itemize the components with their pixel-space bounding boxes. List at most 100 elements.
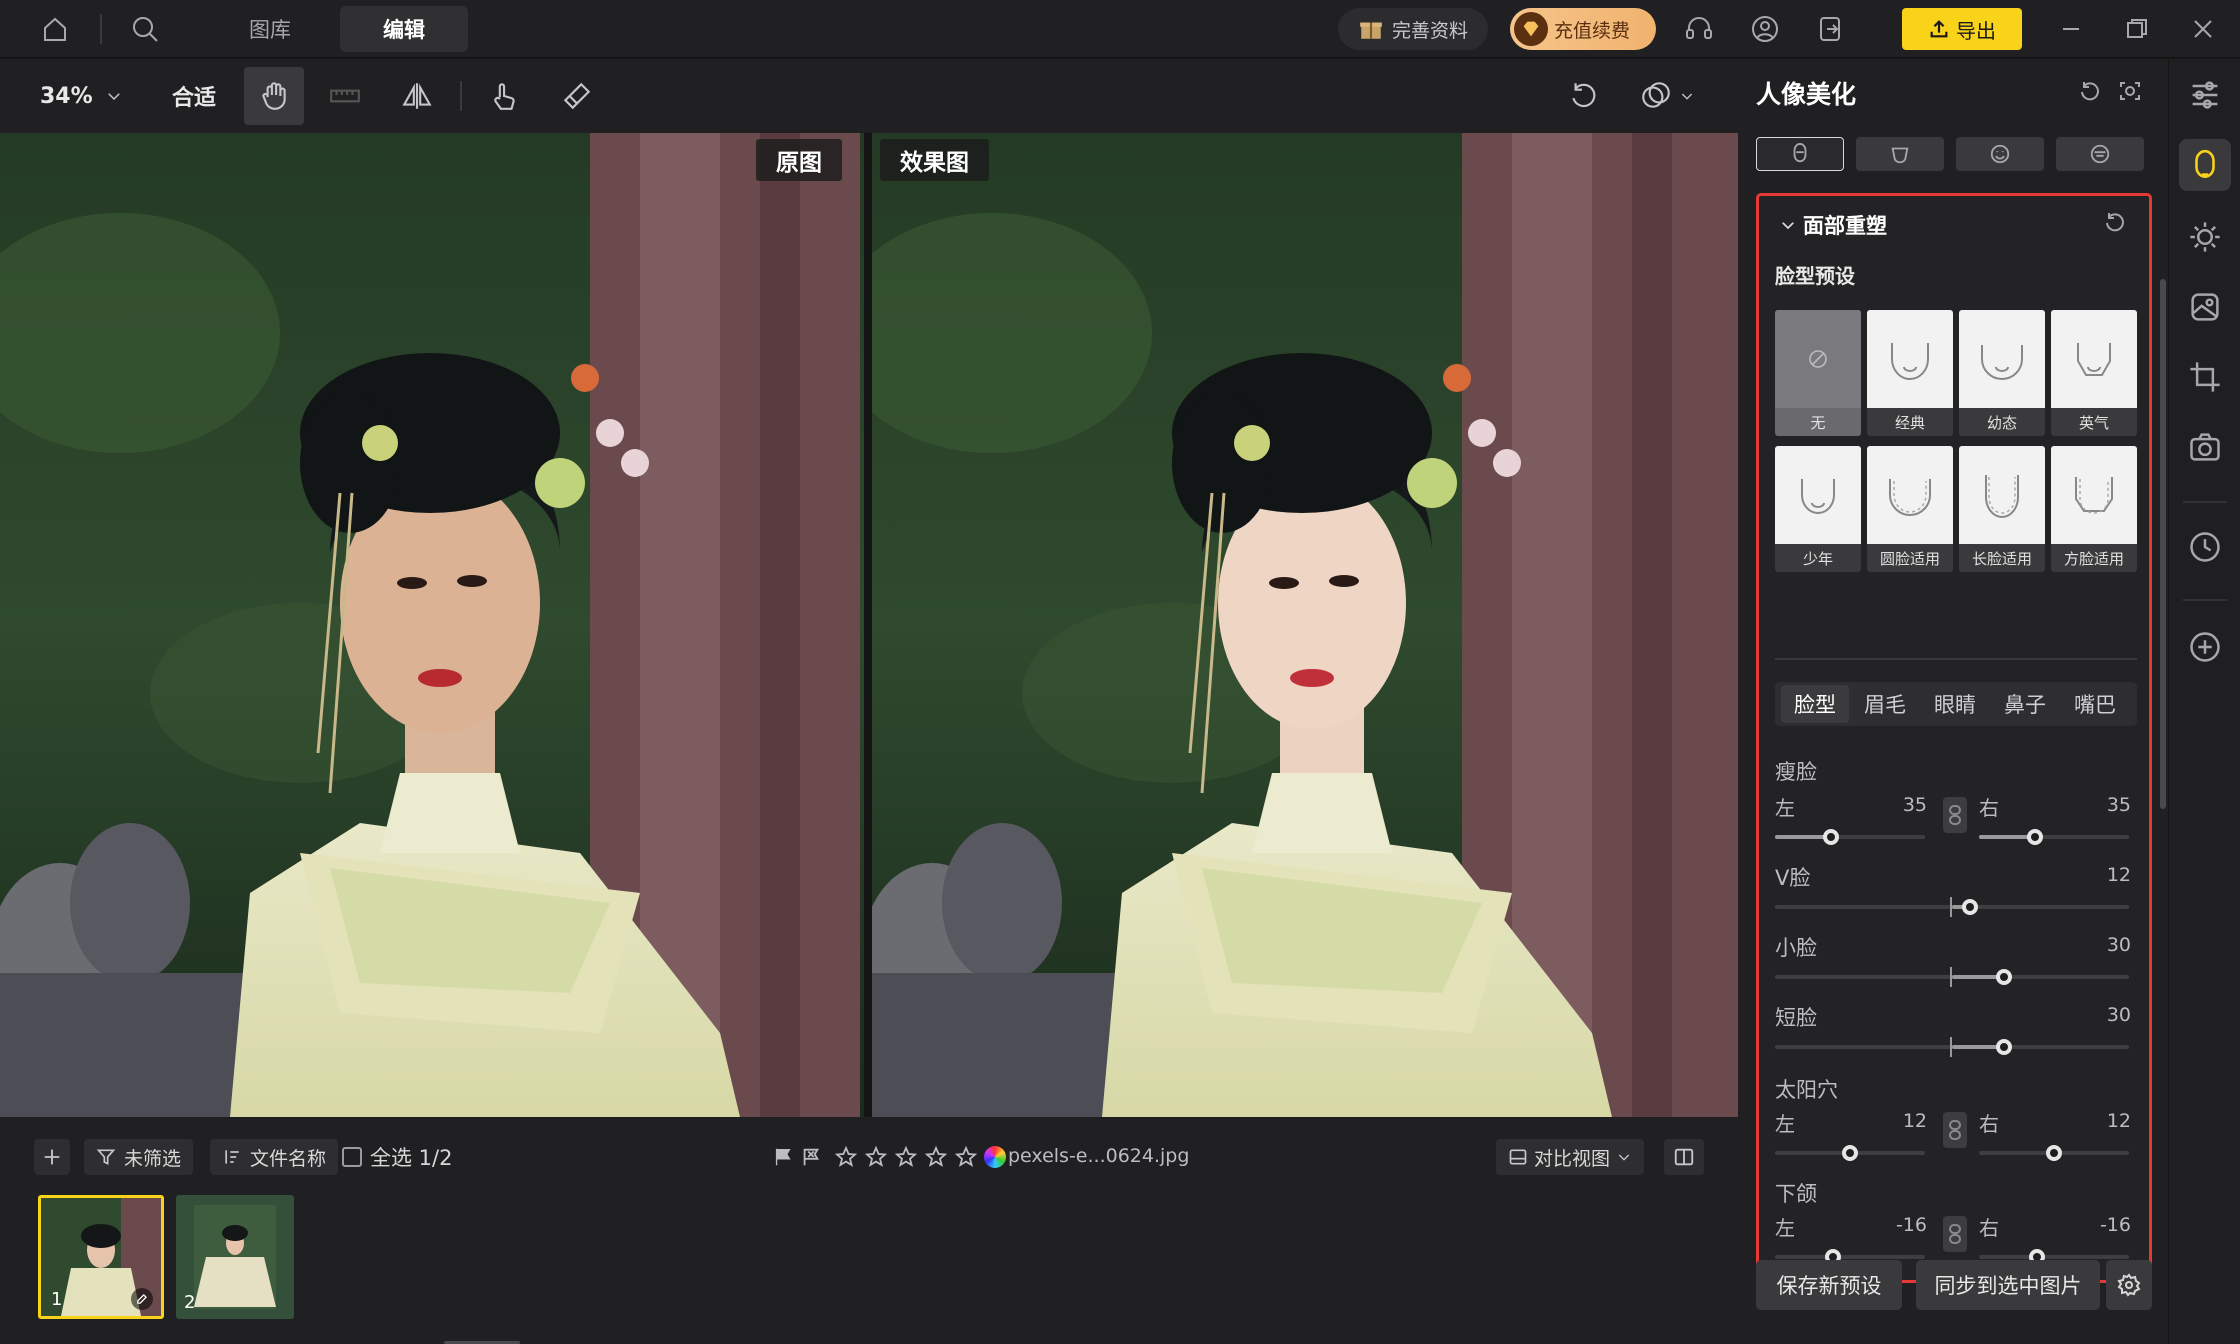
face-outline-icon: [1959, 310, 2045, 408]
logout-icon[interactable]: [1812, 10, 1850, 48]
category-skin[interactable]: [1856, 137, 1944, 171]
jaw-right-track[interactable]: [1979, 1255, 2129, 1259]
restore-icon[interactable]: [2118, 10, 2156, 48]
face-detect-icon[interactable]: [2118, 79, 2144, 105]
eraser-icon[interactable]: [556, 67, 598, 125]
hand-icon: [262, 82, 286, 110]
camera-icon[interactable]: [2187, 429, 2225, 467]
brightness-icon[interactable]: [2187, 219, 2225, 257]
section-header[interactable]: 面部重塑: [1779, 210, 1887, 240]
tool-rail: [2168, 59, 2240, 1344]
link-toggle-icon[interactable]: [1943, 797, 1967, 833]
preset-boyish[interactable]: 少年: [1775, 446, 1861, 572]
zoom-dropdown[interactable]: 34%: [40, 67, 123, 125]
short-face-slider-handle[interactable]: [1996, 1039, 2012, 1055]
minimize-icon[interactable]: [2052, 10, 2090, 48]
close-icon[interactable]: [2184, 10, 2222, 48]
category-makeup[interactable]: [2056, 137, 2144, 171]
settings-button[interactable]: [2106, 1260, 2152, 1310]
filter-button[interactable]: 未筛选: [84, 1139, 194, 1175]
thumbnail-2[interactable]: 2: [176, 1195, 294, 1319]
undo-icon[interactable]: [1562, 67, 1604, 125]
thin-face-left-slider-handle[interactable]: [1823, 829, 1839, 845]
recharge-button[interactable]: 充值续费: [1510, 8, 1656, 50]
compare-mode-dropdown[interactable]: [1632, 67, 1702, 125]
divider: [2183, 599, 2227, 601]
thumbnail-1[interactable]: 1: [38, 1195, 164, 1319]
fit-button[interactable]: 合适: [172, 67, 216, 125]
add-circle-icon[interactable]: [2187, 629, 2225, 667]
compare-view-dropdown[interactable]: 对比视图: [1496, 1139, 1645, 1175]
preset-round-face[interactable]: 圆脸适用: [1867, 446, 1953, 572]
preset-heroic[interactable]: 英气: [2051, 310, 2137, 436]
star-icon[interactable]: [954, 1145, 978, 1169]
tab-nose[interactable]: 鼻子: [1991, 685, 2059, 723]
history-icon[interactable]: [2187, 529, 2225, 567]
reject-flag-icon[interactable]: [800, 1146, 822, 1168]
tab-eyebrows[interactable]: 眉毛: [1851, 685, 1919, 723]
temple-left-label: 左: [1775, 1112, 1795, 1136]
section-reset-icon[interactable]: [2103, 210, 2129, 236]
tab-face[interactable]: 脸型: [1781, 685, 1849, 723]
search-icon[interactable]: [126, 10, 164, 48]
save-preset-button[interactable]: 保存新预设: [1756, 1260, 1902, 1310]
compare-view-label: 对比视图: [1534, 1147, 1611, 1170]
original-tag: 原图: [756, 139, 842, 181]
image-effect-icon[interactable]: [2187, 289, 2225, 327]
profile-promo-button[interactable]: 完善资料: [1338, 8, 1488, 50]
jaw-left-track[interactable]: [1775, 1255, 1925, 1259]
user-icon[interactable]: [1746, 10, 1784, 48]
chevron-down-icon: [1782, 222, 1794, 230]
link-toggle-icon[interactable]: [1943, 1216, 1967, 1252]
tab-gallery[interactable]: 图库: [206, 6, 334, 52]
reset-icon[interactable]: [2078, 79, 2104, 105]
split-view-button[interactable]: [1664, 1139, 1704, 1175]
star-icon[interactable]: [924, 1145, 948, 1169]
temple-left-slider-handle[interactable]: [1842, 1145, 1858, 1161]
category-face-shape[interactable]: [1756, 137, 1844, 171]
tab-edit[interactable]: 编辑: [340, 6, 468, 52]
link-toggle-icon[interactable]: [1943, 1112, 1967, 1148]
preset-classic[interactable]: 经典: [1867, 310, 1953, 436]
portrait-tool-button[interactable]: [2179, 139, 2231, 191]
v-face-slider-handle[interactable]: [1962, 899, 1978, 915]
tab-eyes[interactable]: 眼睛: [1921, 685, 1989, 723]
sync-button[interactable]: 同步到选中图片: [1916, 1260, 2100, 1310]
ruler-icon[interactable]: [324, 67, 366, 125]
gift-icon: [1360, 22, 1382, 39]
preset-youthful[interactable]: 幼态: [1959, 310, 2045, 436]
result-image[interactable]: 效果图: [872, 133, 1738, 1117]
flag-icon[interactable]: [772, 1146, 794, 1168]
preset-label: 英气: [2078, 413, 2109, 432]
crop-icon[interactable]: [2187, 359, 2225, 397]
star-icon[interactable]: [894, 1145, 918, 1169]
eye-mask-icon: [2090, 144, 2110, 164]
hand-tool-button[interactable]: [244, 67, 304, 125]
thin-face-right-slider-handle[interactable]: [2027, 829, 2043, 845]
divider: [100, 14, 102, 44]
adjust-sliders-icon[interactable]: [2187, 77, 2225, 115]
panel-scrollbar[interactable]: [2160, 279, 2166, 809]
edited-badge-icon: [131, 1288, 153, 1310]
tab-mouth[interactable]: 嘴巴: [2061, 685, 2129, 723]
select-all-checkbox[interactable]: 全选 1/2: [342, 1139, 452, 1175]
export-button[interactable]: 导出: [1902, 8, 2022, 50]
star-icon[interactable]: [834, 1145, 858, 1169]
small-face-slider-handle[interactable]: [1996, 969, 2012, 985]
original-image[interactable]: 原图: [0, 133, 864, 1117]
home-icon[interactable]: [36, 10, 74, 48]
compare-divider[interactable]: [864, 133, 872, 1117]
add-image-button[interactable]: [34, 1139, 70, 1175]
mirror-icon[interactable]: [396, 67, 438, 125]
touch-tool-icon[interactable]: [482, 67, 524, 125]
sort-button[interactable]: 文件名称: [210, 1139, 339, 1175]
preset-long-face[interactable]: 长脸适用: [1959, 446, 2045, 572]
preset-square-face[interactable]: 方脸适用: [2051, 446, 2137, 572]
star-icon[interactable]: [864, 1145, 888, 1169]
temple-right-slider-handle[interactable]: [2046, 1145, 2062, 1161]
category-features[interactable]: [1956, 137, 2044, 171]
section-title: 面部重塑: [1803, 214, 1887, 238]
preset-none[interactable]: 无: [1775, 310, 1861, 436]
color-label-icon[interactable]: [984, 1146, 1006, 1168]
headset-icon[interactable]: [1680, 10, 1718, 48]
